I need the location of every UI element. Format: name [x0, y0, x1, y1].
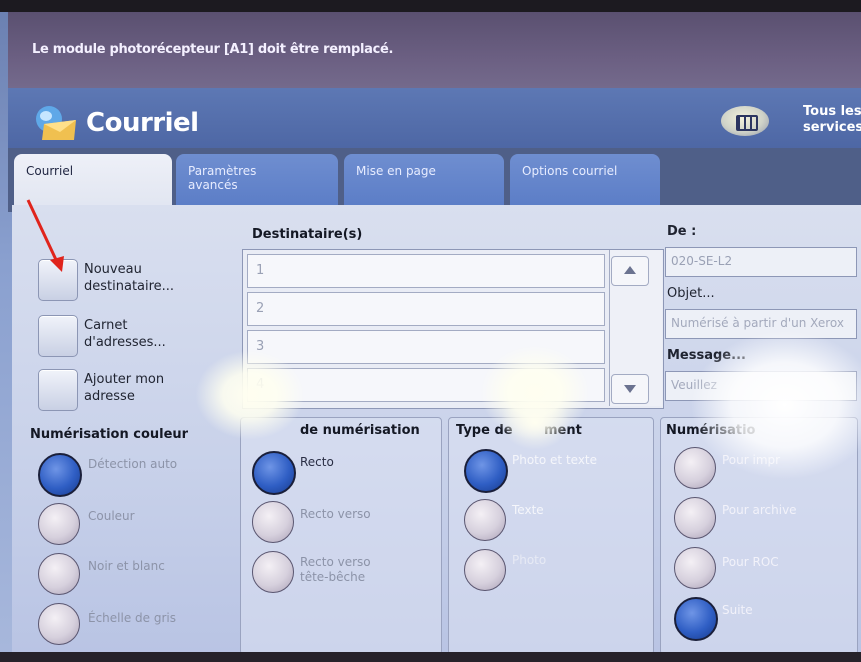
option-label[interactable]: Photo et texte — [512, 453, 597, 468]
recipients-title: Destinataire(s) — [252, 227, 363, 242]
option-label[interactable]: Recto verso — [300, 507, 371, 522]
option-label[interactable]: Pour archive — [722, 503, 797, 518]
tab-layout[interactable]: Mise en page — [344, 154, 504, 210]
color-scan-title: Numérisation couleur — [30, 427, 189, 442]
option-label[interactable]: Pour ROC — [722, 555, 779, 570]
recipient-row-number: 2 — [256, 301, 265, 316]
content-panel: Nouveau destinataire... Carnet d'adresse… — [12, 205, 861, 655]
option-label[interactable]: Couleur — [88, 509, 135, 524]
recipient-row-number: 3 — [256, 339, 265, 354]
presets-title: Numérisatio — [666, 423, 756, 438]
all-services-button[interactable] — [721, 106, 769, 136]
red-arrow-annotation — [26, 199, 64, 272]
radio-two-sided[interactable] — [252, 501, 294, 543]
radio-one-sided[interactable] — [252, 451, 296, 495]
bezel — [0, 0, 861, 12]
new-recipient-label[interactable]: Nouveau destinataire... — [84, 261, 194, 295]
message-placeholder: Veuillez — [671, 378, 717, 392]
option-label[interactable]: Pour impr — [722, 453, 782, 468]
radio-text[interactable] — [464, 499, 506, 541]
from-label: De : — [667, 224, 697, 239]
tab-email-options[interactable]: Options courriel — [510, 154, 660, 210]
scroll-up-arrow-icon[interactable] — [611, 256, 649, 286]
subject-label[interactable]: Objet... — [667, 285, 715, 302]
radio-black-white[interactable] — [38, 553, 80, 595]
doc-type-title-suffix: ment — [544, 423, 582, 438]
recipient-row-number: 4 — [256, 377, 265, 392]
radio-auto-detect[interactable] — [38, 453, 82, 497]
message-field[interactable]: Veuillez — [665, 371, 857, 401]
scan-mode-title: de numérisation — [300, 423, 420, 438]
radio-color[interactable] — [38, 503, 80, 545]
radio-photo-text[interactable] — [464, 449, 508, 493]
tab-label: Mise en page — [356, 164, 436, 178]
radio-for-ocr[interactable] — [674, 547, 716, 589]
services-grid-icon — [736, 115, 758, 131]
from-field[interactable]: 020-SE-L2 — [665, 247, 857, 277]
radio-two-sided-rotate[interactable] — [252, 551, 294, 593]
all-services-label[interactable]: Tous les services — [803, 104, 861, 136]
radio-photo[interactable] — [464, 549, 506, 591]
bezel — [0, 652, 861, 662]
tab-label: Paramètres avancés — [188, 164, 257, 192]
recipients-list: 1 2 3 4 — [242, 249, 664, 409]
from-value: 020-SE-L2 — [671, 254, 733, 268]
radio-for-print[interactable] — [674, 447, 716, 489]
doc-type-title: Type de — [456, 423, 513, 438]
tab-label: Options courriel — [522, 164, 618, 178]
tab-label: Courriel — [26, 164, 74, 178]
option-label[interactable]: Photo — [512, 553, 546, 568]
recipient-row[interactable]: 3 — [247, 330, 605, 364]
alert-banner: Le module photorécepteur [A1] doit être … — [8, 12, 861, 88]
option-label[interactable]: Texte — [512, 503, 544, 518]
option-label[interactable]: Recto verso tête-bêche — [300, 555, 390, 585]
alert-message: Le module photorécepteur [A1] doit être … — [32, 42, 394, 57]
radio-more[interactable] — [674, 597, 718, 641]
scroll-down-arrow-icon[interactable] — [611, 374, 649, 404]
option-label[interactable]: Suite — [722, 603, 753, 618]
screen: Le module photorécepteur [A1] doit être … — [0, 0, 861, 662]
radio-grayscale[interactable] — [38, 603, 80, 645]
email-app-icon — [36, 106, 76, 140]
add-my-address-button[interactable] — [38, 369, 78, 411]
subject-placeholder: Numérisé à partir d'un Xerox — [671, 316, 844, 330]
option-label[interactable]: Détection auto — [88, 457, 177, 472]
option-label[interactable]: Échelle de gris — [88, 611, 176, 626]
recipient-row[interactable]: 2 — [247, 292, 605, 326]
page-title: Courriel — [86, 108, 199, 138]
subject-field[interactable]: Numérisé à partir d'un Xerox — [665, 309, 857, 339]
add-my-address-label[interactable]: Ajouter mon adresse — [84, 371, 194, 405]
tab-bar: Courriel Paramètres avancés Mise en page… — [8, 148, 861, 216]
tab-advanced-settings[interactable]: Paramètres avancés — [176, 154, 338, 210]
radio-for-archive[interactable] — [674, 497, 716, 539]
option-label[interactable]: Noir et blanc — [88, 559, 165, 574]
option-label[interactable]: Recto — [300, 455, 334, 470]
recipient-row-number: 1 — [256, 263, 265, 278]
recipient-row[interactable]: 4 — [247, 368, 605, 402]
address-book-button[interactable] — [38, 315, 78, 357]
recipient-row[interactable]: 1 — [247, 254, 605, 288]
address-book-label[interactable]: Carnet d'adresses... — [84, 317, 194, 351]
message-label[interactable]: Message... — [667, 347, 746, 364]
